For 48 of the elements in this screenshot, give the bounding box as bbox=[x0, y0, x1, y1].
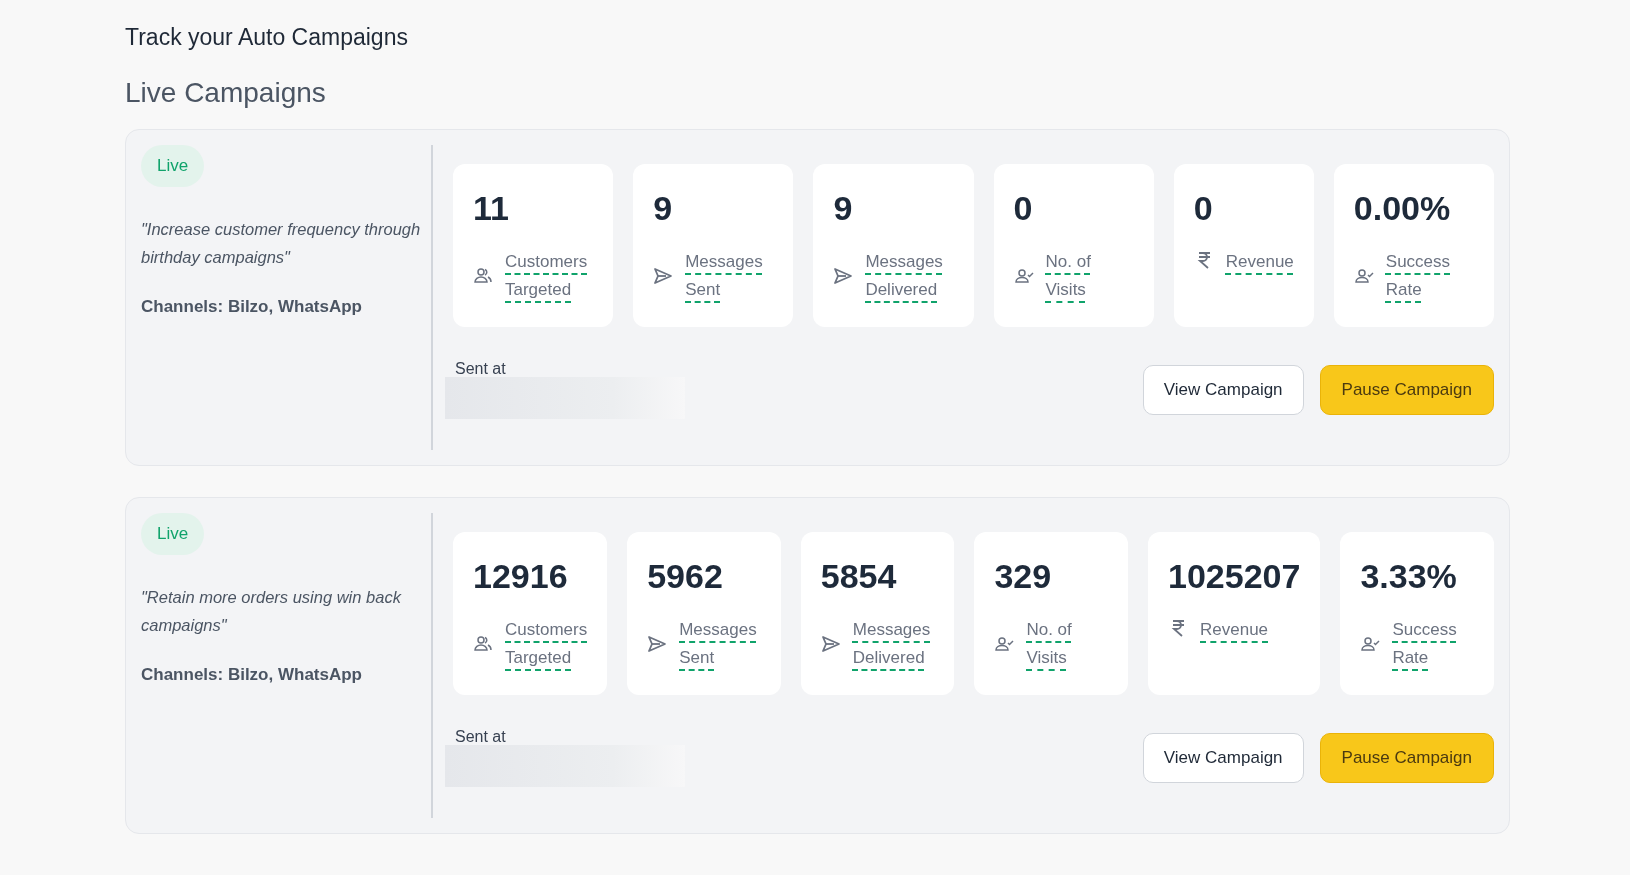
metric-value: 3.33% bbox=[1360, 557, 1458, 596]
view-campaign-button[interactable]: View Campaign bbox=[1142, 365, 1304, 415]
metric-label[interactable]: No. of Visits bbox=[1026, 616, 1108, 672]
metric-value: 329 bbox=[994, 557, 1053, 596]
send-icon bbox=[833, 266, 854, 286]
pause-campaign-button[interactable]: Pause Campaign bbox=[1319, 733, 1494, 783]
person-check-icon bbox=[994, 634, 1015, 654]
metric-label[interactable]: Messages Delivered bbox=[865, 248, 954, 304]
people-icon bbox=[473, 634, 493, 654]
channels-text: Channels: Bilzo, WhatsApp bbox=[141, 297, 363, 317]
metric-value: 5962 bbox=[647, 557, 724, 596]
metric-label[interactable]: Success Rate bbox=[1392, 616, 1474, 672]
metric-value: 12916 bbox=[473, 557, 569, 596]
metric-value: 9 bbox=[833, 189, 854, 228]
metric-label[interactable]: Revenue bbox=[1225, 248, 1294, 276]
metric-label[interactable]: Customers Targeted bbox=[505, 616, 588, 672]
pause-campaign-button[interactable]: Pause Campaign bbox=[1319, 365, 1494, 415]
send-icon bbox=[653, 266, 674, 286]
metric-value: 5854 bbox=[820, 557, 898, 596]
person-check-icon bbox=[1353, 266, 1374, 286]
sent-at-label: Sent at bbox=[455, 729, 507, 745]
view-campaign-button[interactable]: View Campaign bbox=[1142, 733, 1304, 783]
person-check-icon bbox=[1013, 266, 1034, 286]
metric-label[interactable]: Messages Sent bbox=[685, 248, 774, 304]
metric-value: 11 bbox=[473, 189, 510, 228]
metric-label[interactable]: Customers Targeted bbox=[505, 248, 594, 304]
status-badge: Live bbox=[141, 145, 205, 187]
metric-value: 0 bbox=[1013, 189, 1034, 228]
metric-label[interactable]: Success Rate bbox=[1385, 248, 1474, 304]
people-icon bbox=[473, 266, 493, 286]
sent-at-label: Sent at bbox=[455, 361, 507, 377]
metric-value: 0.00% bbox=[1353, 189, 1452, 228]
metric-value: 0 bbox=[1193, 189, 1214, 228]
channels-text: Channels: Bilzo, WhatsApp bbox=[141, 665, 363, 685]
metric-label[interactable]: No. of Visits bbox=[1045, 248, 1134, 304]
send-icon bbox=[647, 634, 668, 654]
send-icon bbox=[820, 634, 841, 654]
status-badge: Live bbox=[141, 513, 205, 555]
metric-label[interactable]: Messages Delivered bbox=[852, 616, 935, 672]
metric-label[interactable]: Messages Sent bbox=[679, 616, 761, 672]
metric-value: 9 bbox=[653, 189, 674, 228]
section-title: Live Campaigns bbox=[125, 77, 327, 109]
metric-value: 1025207 bbox=[1168, 557, 1301, 596]
campaign-description: "Increase customer frequency through birthday campaigns" bbox=[141, 219, 421, 268]
metric-label[interactable]: Revenue bbox=[1200, 616, 1269, 644]
campaign-description: "Retain more orders using win back campaigns" bbox=[141, 587, 403, 636]
person-check-icon bbox=[1360, 634, 1381, 654]
page-title: Track your Auto Campaigns bbox=[125, 24, 409, 51]
